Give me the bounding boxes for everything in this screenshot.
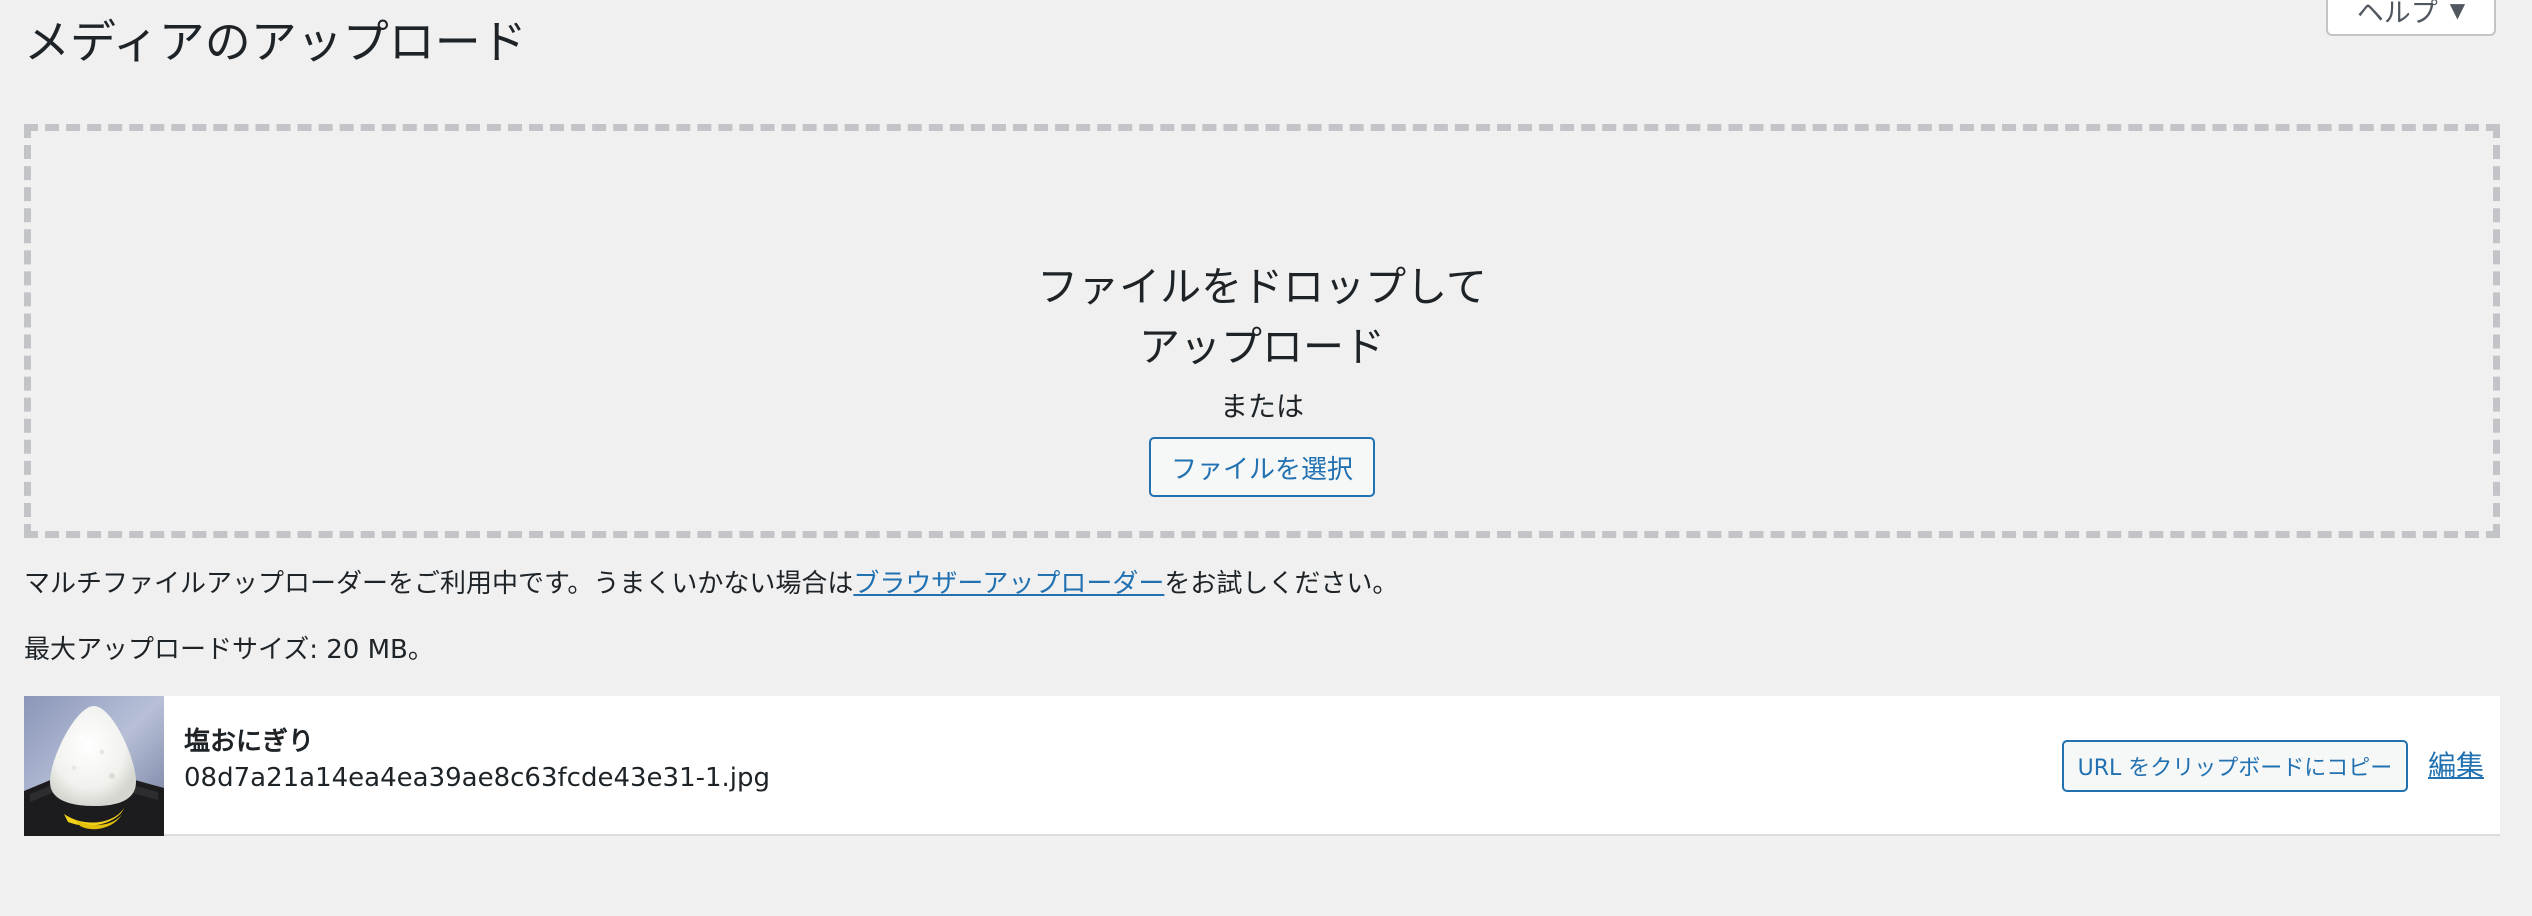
max-upload-size-text: 最大アップロードサイズ: 20 MB。 xyxy=(24,635,434,665)
uploader-info-text: マルチファイルアップローダーをご利用中です。うまくいかない場合はブラウザーアップ… xyxy=(24,566,1398,602)
media-thumbnail xyxy=(24,696,164,836)
media-upload-page: ヘルプ ▼ メディアのアップロード ファイルをドロップしてアップロード または … xyxy=(0,0,2532,916)
select-files-button[interactable]: ファイルを選択 xyxy=(1148,437,1375,497)
drop-instructions: ファイルをドロップしてアップロード xyxy=(1037,263,1487,371)
or-text: または xyxy=(1219,390,1304,423)
file-drop-area[interactable]: ファイルをドロップしてアップロード または ファイルを選択 xyxy=(24,124,2500,538)
browser-uploader-link[interactable]: ブラウザーアップローダー xyxy=(853,569,1164,599)
help-tab-button[interactable]: ヘルプ ▼ xyxy=(2326,0,2496,36)
edit-media-link[interactable]: 編集 xyxy=(2428,746,2484,786)
media-title: 塩おにぎり xyxy=(184,727,315,757)
uploader-info-prefix: マルチファイルアップローダーをご利用中です。うまくいかない場合は xyxy=(24,569,854,599)
onigiri-thumbnail-image xyxy=(24,696,164,836)
uploaded-media-item: 塩おにぎり 08d7a21a14ea4ea39ae8c63fcde43e31-1… xyxy=(24,696,2500,836)
copy-url-button[interactable]: URL をクリップボードにコピー xyxy=(2062,740,2408,792)
triangle-down-icon: ▼ xyxy=(2449,0,2466,22)
help-tab-label: ヘルプ xyxy=(2356,0,2438,29)
media-filename: 08d7a21a14ea4ea39ae8c63fcde43e31-1.jpg xyxy=(184,763,771,793)
uploader-info-suffix: をお試しください。 xyxy=(1164,569,1399,599)
page-title: メディアのアップロード xyxy=(24,15,527,69)
